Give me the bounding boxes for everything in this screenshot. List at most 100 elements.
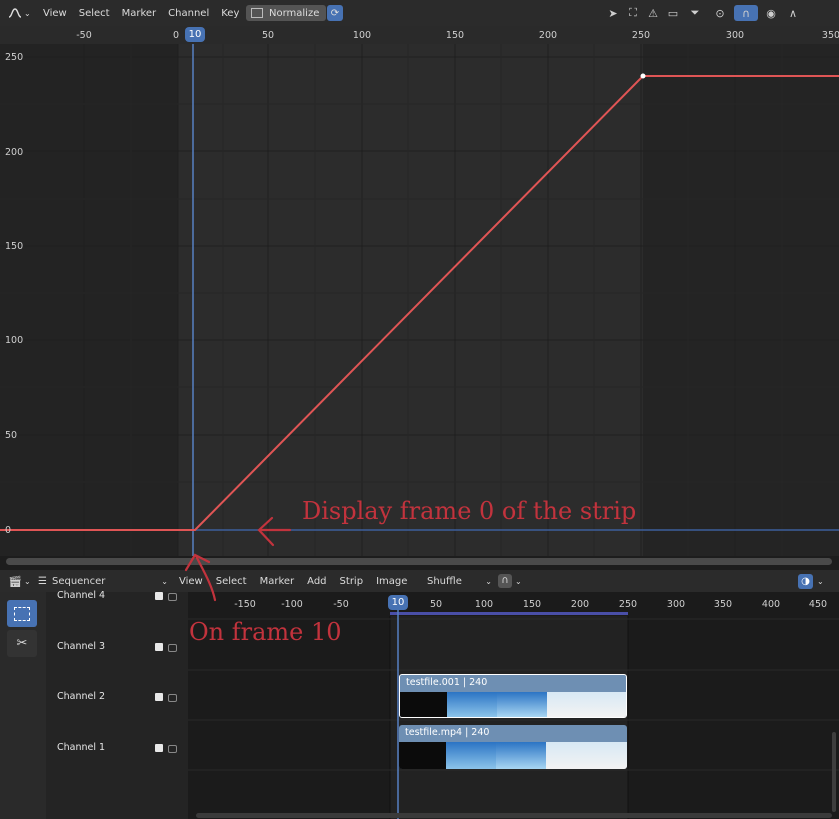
- thumbnail-blue: [497, 692, 547, 717]
- editor-type-button[interactable]: ⌄: [6, 5, 32, 21]
- sequencer-editor-type-button[interactable]: 🎬︎ ⌄: [6, 573, 32, 589]
- thumbnail-black: [400, 692, 447, 717]
- chevron-down-icon: ⌄: [24, 8, 31, 18]
- chevron-down-icon: ⌄: [24, 576, 31, 586]
- menu-marker[interactable]: Marker: [122, 8, 157, 19]
- thumbnail-blue: [446, 742, 496, 769]
- channel-label[interactable]: Channel 3: [57, 641, 105, 652]
- lock-icon[interactable]: [168, 694, 177, 702]
- menu-key[interactable]: Key: [221, 8, 239, 19]
- shuffle-dropdown[interactable]: Shuffle ⌄: [420, 573, 494, 589]
- post-range-shade: [643, 44, 839, 556]
- sequencer-horizontal-scrollbar[interactable]: [196, 813, 832, 818]
- overlay-button[interactable]: ◑ ⌄: [798, 573, 832, 589]
- select-box-icon: [14, 606, 30, 621]
- falloff-icon[interactable]: ∧: [784, 5, 802, 21]
- seq-ruler-tick: -50: [333, 599, 349, 610]
- sequencer-view-icon: ☰: [38, 575, 47, 587]
- graph-canvas: 250 200 150 100 50 0: [0, 44, 839, 556]
- playhead-frame-box[interactable]: 10: [185, 27, 205, 42]
- y-tick: 200: [5, 147, 23, 158]
- graph-horizontal-scrollbar[interactable]: [6, 558, 832, 565]
- ruler-tick: -50: [76, 30, 92, 41]
- strip-thumbnails: [400, 692, 626, 717]
- menu-view[interactable]: View: [43, 8, 67, 19]
- auto-normalize-button[interactable]: ⟳: [327, 5, 343, 21]
- preview-range-bar: [390, 612, 628, 615]
- seq-ruler-tick: -150: [234, 599, 256, 610]
- channel-label[interactable]: Channel 2: [57, 691, 105, 702]
- strip-thumbnails: [399, 742, 627, 769]
- seq-ruler-tick: 300: [667, 599, 685, 610]
- warning-icon[interactable]: ⚠: [644, 5, 662, 21]
- lock-icon[interactable]: [168, 644, 177, 652]
- clapperboard-icon: 🎬︎: [8, 574, 22, 588]
- menu-add[interactable]: Add: [307, 576, 326, 587]
- channel-label[interactable]: Channel 4: [57, 590, 105, 601]
- snap-icon[interactable]: ∩: [734, 5, 758, 21]
- menu-view[interactable]: View: [179, 576, 203, 587]
- menu-channel[interactable]: Channel: [168, 8, 209, 19]
- mute-checkbox[interactable]: [155, 744, 163, 752]
- y-tick: 250: [5, 52, 23, 63]
- seq-ruler-tick: 450: [809, 599, 827, 610]
- seq-ruler-tick: 350: [714, 599, 732, 610]
- lock-icon[interactable]: [168, 593, 177, 601]
- mute-checkbox[interactable]: [155, 693, 163, 701]
- normalize-icon: [251, 8, 263, 18]
- ruler-tick: 350: [822, 30, 839, 41]
- thumbnail-blue: [447, 692, 497, 717]
- y-tick: 0: [5, 525, 11, 536]
- menu-marker[interactable]: Marker: [260, 576, 295, 587]
- frame-selected-icon[interactable]: ⛶: [624, 5, 642, 21]
- ruler-tick: 0: [173, 30, 179, 41]
- view-type-label: Sequencer: [51, 575, 106, 587]
- pivot-icon[interactable]: ⊙: [708, 5, 732, 21]
- view-type-dropdown[interactable]: ☰ Sequencer ⌄: [38, 573, 170, 589]
- normalize-toggle[interactable]: Normalize: [246, 5, 326, 21]
- graph-area[interactable]: 250 200 150 100 50 0: [0, 44, 839, 556]
- proportional-edit-icon[interactable]: ◉: [760, 5, 782, 21]
- mute-checkbox[interactable]: [155, 643, 163, 651]
- ruler-tick: 150: [446, 30, 464, 41]
- graph-menu-bar: View Select Marker Channel Key: [43, 0, 239, 26]
- strip-testfile-001[interactable]: testfile.001 | 240: [399, 674, 627, 718]
- cursor-only-selected-icon[interactable]: ➤: [604, 5, 622, 21]
- keyframe-point: [640, 73, 646, 79]
- chevron-down-icon: ⌄: [485, 576, 492, 586]
- y-tick: 150: [5, 241, 23, 252]
- menu-image[interactable]: Image: [376, 576, 407, 587]
- lock-icon[interactable]: [168, 745, 177, 753]
- graph-time-ruler[interactable]: -50 0 50 100 150 200 250 300 350 10: [0, 26, 839, 44]
- filter-icon[interactable]: ⏷: [684, 5, 706, 21]
- chevron-down-icon: ⌄: [161, 576, 168, 586]
- seq-ruler-tick: 50: [430, 599, 442, 610]
- strip-testfile-mp4[interactable]: testfile.mp4 | 240: [399, 725, 627, 769]
- seq-playhead-frame-box[interactable]: 10: [388, 595, 408, 610]
- graph-header-tools: ➤ ⛶ ⚠ ▭ ⏷ ⊙ ∩ ◉ ∧: [604, 5, 802, 21]
- seq-ruler-tick: 150: [523, 599, 541, 610]
- sequencer-header: 🎬︎ ⌄ ☰ Sequencer ⌄ View Select Marker Ad…: [0, 570, 839, 593]
- y-tick: 50: [5, 430, 17, 441]
- channel-region: [46, 592, 188, 819]
- menu-select[interactable]: Select: [79, 8, 110, 19]
- menu-select[interactable]: Select: [216, 576, 247, 587]
- seq-ruler-tick: 100: [475, 599, 493, 610]
- thumbnail-black: [399, 742, 446, 769]
- thumbnail-blue: [496, 742, 546, 769]
- refresh-icon: ⟳: [330, 7, 340, 19]
- seq-playhead-frame-label: 10: [391, 597, 405, 608]
- strip-title: testfile.mp4 | 240: [405, 727, 490, 738]
- snapping-button[interactable]: ∩ ⌄: [498, 573, 528, 589]
- channel-label[interactable]: Channel 1: [57, 742, 105, 753]
- thumbnail-snow: [546, 742, 627, 769]
- select-box-tool[interactable]: [7, 600, 37, 627]
- magnet-icon: ∩: [498, 574, 512, 588]
- ruler-tick: 300: [726, 30, 744, 41]
- blade-tool[interactable]: ✂: [7, 630, 37, 657]
- mute-checkbox[interactable]: [155, 592, 163, 600]
- overlay-icon[interactable]: ▭: [664, 5, 682, 21]
- seq-ruler-tick: 250: [619, 599, 637, 610]
- menu-strip[interactable]: Strip: [340, 576, 364, 587]
- ruler-tick: 100: [353, 30, 371, 41]
